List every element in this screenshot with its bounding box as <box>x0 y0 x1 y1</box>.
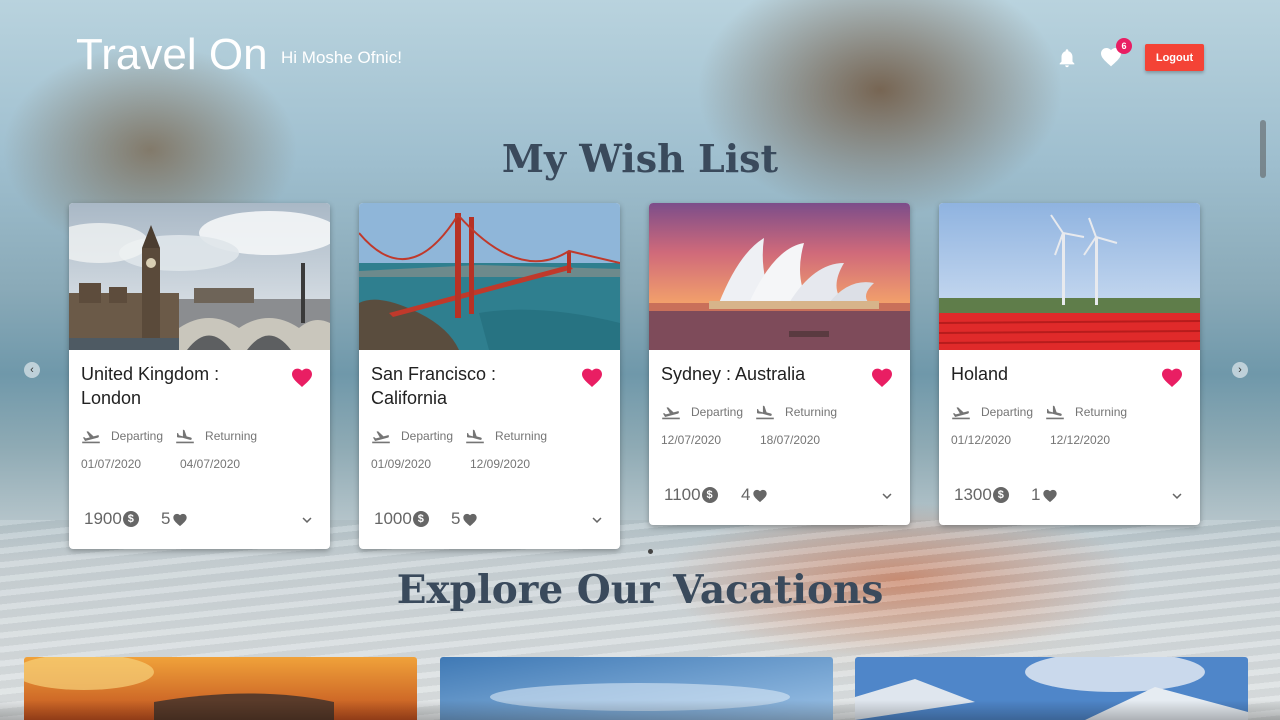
likes-count: 5 <box>161 509 188 529</box>
returning-label: Returning <box>785 405 838 419</box>
price: 1900 $ <box>84 509 139 529</box>
departing-date: 01/07/2020 <box>81 457 142 471</box>
wish-card: United Kingdom : London Departing Return… <box>69 203 330 549</box>
likes-count: 5 <box>451 509 478 529</box>
price-value: 1100 <box>664 485 701 504</box>
departing-label: Departing <box>111 429 164 443</box>
wish-list-title: My Wish List <box>501 136 779 181</box>
favorite-heart-icon[interactable] <box>1160 366 1184 388</box>
card-title: United Kingdom : London <box>81 364 220 408</box>
chevron-down-icon[interactable] <box>878 487 896 505</box>
likes-value: 5 <box>451 509 461 528</box>
wish-card: Holand Departing Returning 01/12/2020 12… <box>939 203 1200 525</box>
carousel-indicator[interactable] <box>648 549 653 554</box>
likes-value: 4 <box>741 485 751 504</box>
returning-date: 12/12/2020 <box>1050 433 1111 447</box>
likes-value: 1 <box>1031 485 1041 504</box>
returning-label: Returning <box>1075 405 1128 419</box>
departing-date: 01/09/2020 <box>371 457 432 471</box>
explore-title: Explore Our Vacations <box>396 567 884 613</box>
likes-heart-icon <box>463 513 478 526</box>
card-title: Holand <box>951 364 1009 384</box>
favorites-count-badge: 6 <box>1116 38 1132 54</box>
likes-heart-icon <box>1043 489 1058 502</box>
card-title: San Francisco : California <box>371 364 497 408</box>
departing-date: 12/07/2020 <box>661 433 722 447</box>
bottom-fade <box>0 700 1280 720</box>
price-value: 1300 <box>954 485 992 504</box>
returning-plane-icon <box>1046 405 1064 420</box>
price-value: 1900 <box>84 509 122 528</box>
returning-label: Returning <box>205 429 258 443</box>
dollar-coin-icon: $ <box>412 511 429 527</box>
card-title: Sydney : Australia <box>661 364 806 384</box>
favorite-heart-icon[interactable] <box>290 366 314 388</box>
top-navbar: Travel On Hi Moshe Ofnic! 6 Logout <box>0 0 1280 110</box>
user-greeting: Hi Moshe Ofnic! <box>281 48 402 67</box>
likes-count: 1 <box>1031 485 1058 505</box>
likes-heart-icon <box>173 513 188 526</box>
london-image <box>69 203 330 350</box>
returning-plane-icon <box>466 429 484 444</box>
departing-label: Departing <box>981 405 1034 419</box>
returning-date: 04/07/2020 <box>180 457 241 471</box>
carousel-prev-button[interactable]: ‹ <box>24 362 40 378</box>
holland-image <box>939 203 1200 350</box>
dollar-coin-icon: $ <box>122 511 139 527</box>
departing-label: Departing <box>691 405 744 419</box>
price: 1100 $ <box>664 485 718 505</box>
wish-card: San Francisco : California Departing Ret… <box>359 203 620 549</box>
logout-button[interactable]: Logout <box>1145 44 1204 71</box>
dollar-coin-icon: $ <box>992 487 1009 503</box>
san-francisco-image <box>359 203 620 350</box>
departing-label: Departing <box>401 429 454 443</box>
dollar-coin-icon: $ <box>701 487 718 503</box>
favorite-heart-icon[interactable] <box>580 366 604 388</box>
sydney-image <box>649 203 910 350</box>
returning-label: Returning <box>495 429 548 443</box>
departing-plane-icon <box>952 407 970 420</box>
brand-title[interactable]: Travel On <box>76 30 268 80</box>
departing-plane-icon <box>82 431 100 444</box>
returning-date: 12/09/2020 <box>470 457 531 471</box>
likes-value: 5 <box>161 509 171 528</box>
favorite-heart-icon[interactable] <box>870 366 894 388</box>
bell-icon[interactable] <box>1056 46 1078 70</box>
chevron-down-icon[interactable] <box>298 511 316 529</box>
likes-count: 4 <box>741 485 768 505</box>
returning-plane-icon <box>176 429 194 444</box>
chevron-down-icon[interactable] <box>1168 487 1186 505</box>
price-value: 1000 <box>374 509 412 528</box>
chevron-down-icon[interactable] <box>588 511 606 529</box>
wish-card: Sydney : Australia Departing Returning 1… <box>649 203 910 525</box>
returning-date: 18/07/2020 <box>760 433 821 447</box>
departing-plane-icon <box>662 407 680 420</box>
price: 1000 $ <box>374 509 429 529</box>
price: 1300 $ <box>954 485 1009 505</box>
departing-plane-icon <box>372 431 390 444</box>
likes-heart-icon <box>753 489 768 502</box>
departing-date: 01/12/2020 <box>951 433 1012 447</box>
carousel-next-button[interactable]: › <box>1232 362 1248 378</box>
returning-plane-icon <box>756 405 774 420</box>
